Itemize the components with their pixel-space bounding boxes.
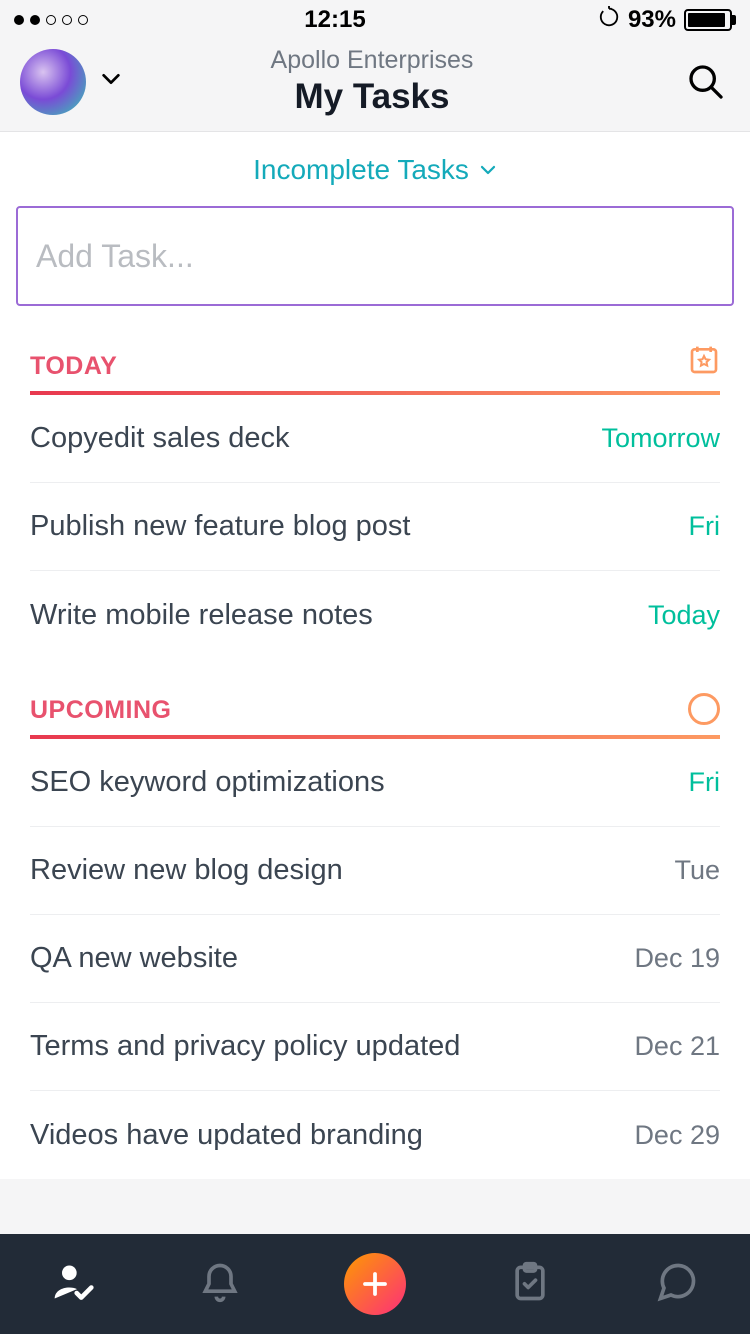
plus-icon	[360, 1269, 390, 1299]
add-task-placeholder: Add Task...	[36, 238, 194, 275]
filter-label: Incomplete Tasks	[253, 154, 469, 186]
task-due: Tomorrow	[601, 423, 720, 454]
tab-my-tasks[interactable]	[51, 1260, 95, 1309]
task-title: Publish new feature blog post	[30, 510, 410, 543]
section-header-upcoming[interactable]: UPCOMING	[0, 659, 750, 735]
app-header: Apollo Enterprises My Tasks	[0, 40, 750, 132]
page-title: My Tasks	[62, 77, 682, 117]
task-due: Tue	[674, 855, 720, 886]
chevron-down-icon	[479, 161, 497, 179]
search-button[interactable]	[682, 58, 730, 106]
tab-bar	[0, 1234, 750, 1334]
task-due: Fri	[689, 767, 720, 798]
task-title: Terms and privacy policy updated	[30, 1030, 460, 1063]
task-row[interactable]: Terms and privacy policy updated Dec 21	[30, 1003, 720, 1091]
star-calendar-icon	[688, 344, 720, 381]
person-check-icon	[51, 1260, 95, 1304]
tab-projects[interactable]	[508, 1260, 552, 1309]
task-title: Review new blog design	[30, 854, 343, 887]
task-row[interactable]: SEO keyword optimizations Fri	[30, 739, 720, 827]
task-row[interactable]: Publish new feature blog post Fri	[30, 483, 720, 571]
org-name: Apollo Enterprises	[62, 46, 682, 75]
bell-icon	[198, 1260, 242, 1304]
task-due: Today	[648, 600, 720, 631]
search-icon	[686, 62, 726, 102]
task-row[interactable]: Write mobile release notes Today	[30, 571, 720, 659]
main-content: Incomplete Tasks Add Task... TODAY Copye…	[0, 132, 750, 1179]
task-list-upcoming: SEO keyword optimizations Fri Review new…	[0, 739, 750, 1179]
chat-icon	[655, 1260, 699, 1304]
task-title: Copyedit sales deck	[30, 422, 290, 455]
add-task-input[interactable]: Add Task...	[16, 206, 734, 306]
circle-icon	[688, 693, 720, 725]
task-due: Dec 21	[634, 1031, 720, 1062]
section-title: UPCOMING	[30, 696, 172, 725]
section-header-today[interactable]: TODAY	[0, 334, 750, 391]
status-bar: 12:15 93%	[0, 0, 750, 40]
battery-icon	[684, 9, 736, 31]
status-signal	[14, 15, 134, 25]
status-battery-pct: 93%	[628, 6, 676, 34]
task-title: QA new website	[30, 942, 238, 975]
task-list-today: Copyedit sales deck Tomorrow Publish new…	[0, 395, 750, 659]
task-row[interactable]: Review new blog design Tue	[30, 827, 720, 915]
task-row[interactable]: Copyedit sales deck Tomorrow	[30, 395, 720, 483]
task-due: Dec 29	[634, 1120, 720, 1151]
task-due: Dec 19	[634, 943, 720, 974]
task-row[interactable]: QA new website Dec 19	[30, 915, 720, 1003]
rotation-lock-icon	[598, 6, 620, 34]
task-due: Fri	[689, 511, 720, 542]
filter-dropdown[interactable]: Incomplete Tasks	[0, 132, 750, 206]
task-title: SEO keyword optimizations	[30, 766, 385, 799]
section-title: TODAY	[30, 352, 117, 381]
tab-conversations[interactable]	[655, 1260, 699, 1309]
task-title: Videos have updated branding	[30, 1119, 423, 1152]
task-title: Write mobile release notes	[30, 599, 373, 632]
clipboard-check-icon	[508, 1260, 552, 1304]
add-button[interactable]	[344, 1253, 406, 1315]
task-row[interactable]: Videos have updated branding Dec 29	[30, 1091, 720, 1179]
tab-inbox[interactable]	[198, 1260, 242, 1309]
status-time: 12:15	[134, 6, 536, 34]
